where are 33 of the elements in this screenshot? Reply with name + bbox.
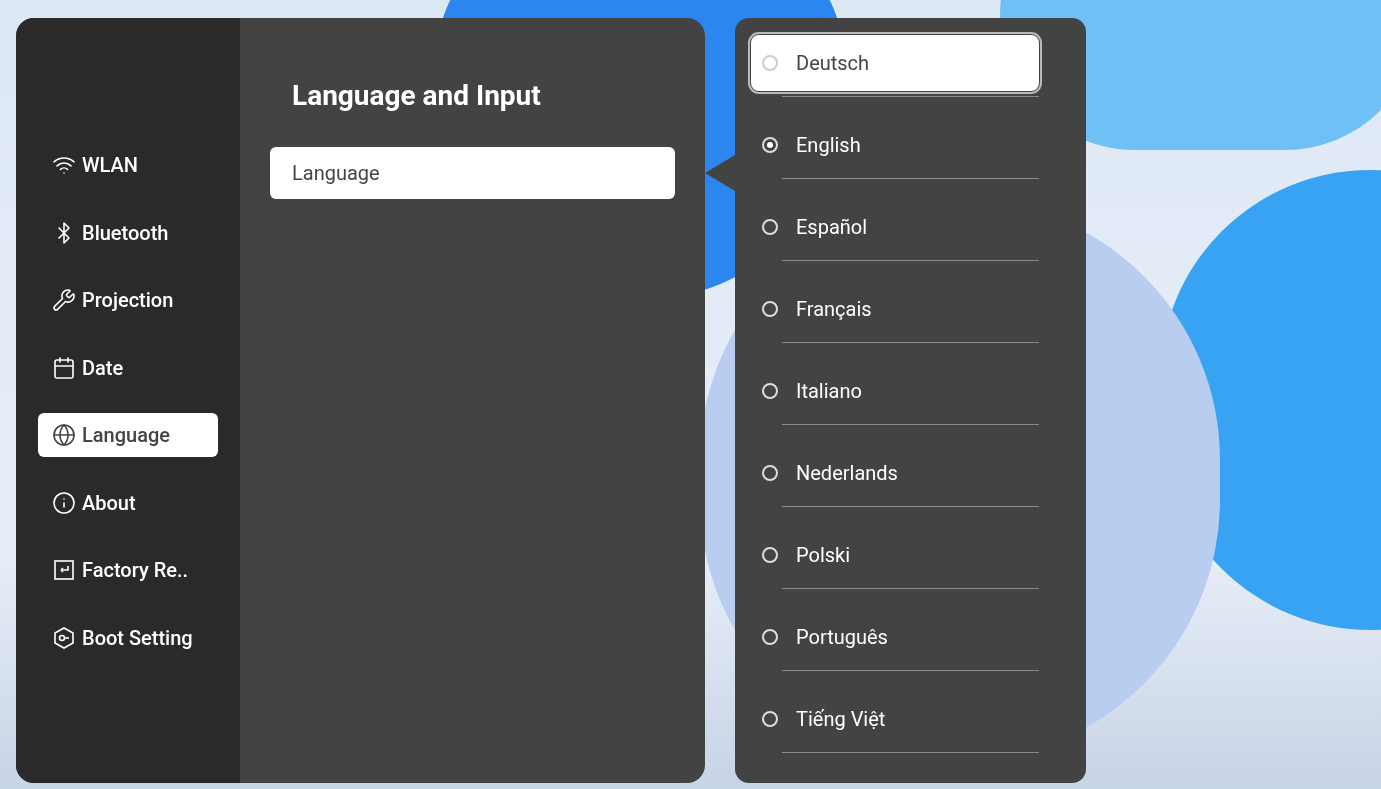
language-option[interactable]: Français — [751, 281, 1039, 337]
sidebar-item[interactable]: Date — [38, 345, 218, 390]
language-option[interactable]: Español — [751, 199, 1039, 255]
language-option[interactable]: Deutsch — [751, 35, 1039, 91]
globe-icon — [52, 423, 76, 447]
radio-button[interactable] — [762, 383, 778, 399]
radio-button[interactable] — [762, 137, 778, 153]
language-option[interactable]: Tiếng Việt — [751, 691, 1039, 747]
page-title: Language and Input — [291, 78, 542, 114]
menu-item[interactable]: Language — [270, 147, 675, 199]
sidebar-item[interactable]: WLAN — [38, 143, 218, 187]
language-option[interactable]: Polski — [751, 527, 1039, 583]
sidebar-item[interactable]: Factory Re.. — [38, 548, 218, 592]
language-option[interactable]: Italiano — [751, 363, 1039, 419]
sidebar-item[interactable]: About — [38, 480, 218, 525]
radio-button[interactable] — [762, 465, 778, 481]
wrench-icon — [52, 288, 76, 312]
radio-button[interactable] — [762, 55, 778, 71]
radio-button[interactable] — [762, 547, 778, 563]
info-icon — [52, 490, 76, 515]
sidebar-item[interactable]: Boot Setting — [38, 615, 218, 660]
radio-button[interactable] — [762, 301, 778, 317]
language-option[interactable]: Nederlands — [751, 445, 1039, 501]
calendar-icon — [52, 355, 76, 380]
sidebar-item[interactable]: Language — [38, 413, 218, 457]
sidebar-item[interactable]: Projection — [38, 278, 218, 322]
radio-button[interactable] — [762, 711, 778, 727]
sidebar-item[interactable]: Bluetooth — [38, 210, 218, 255]
hexagon-key-icon — [52, 625, 76, 650]
language-option[interactable]: Português — [751, 609, 1039, 665]
radio-button[interactable] — [762, 629, 778, 645]
language-option[interactable]: English — [751, 117, 1039, 173]
radio-button[interactable] — [762, 219, 778, 235]
